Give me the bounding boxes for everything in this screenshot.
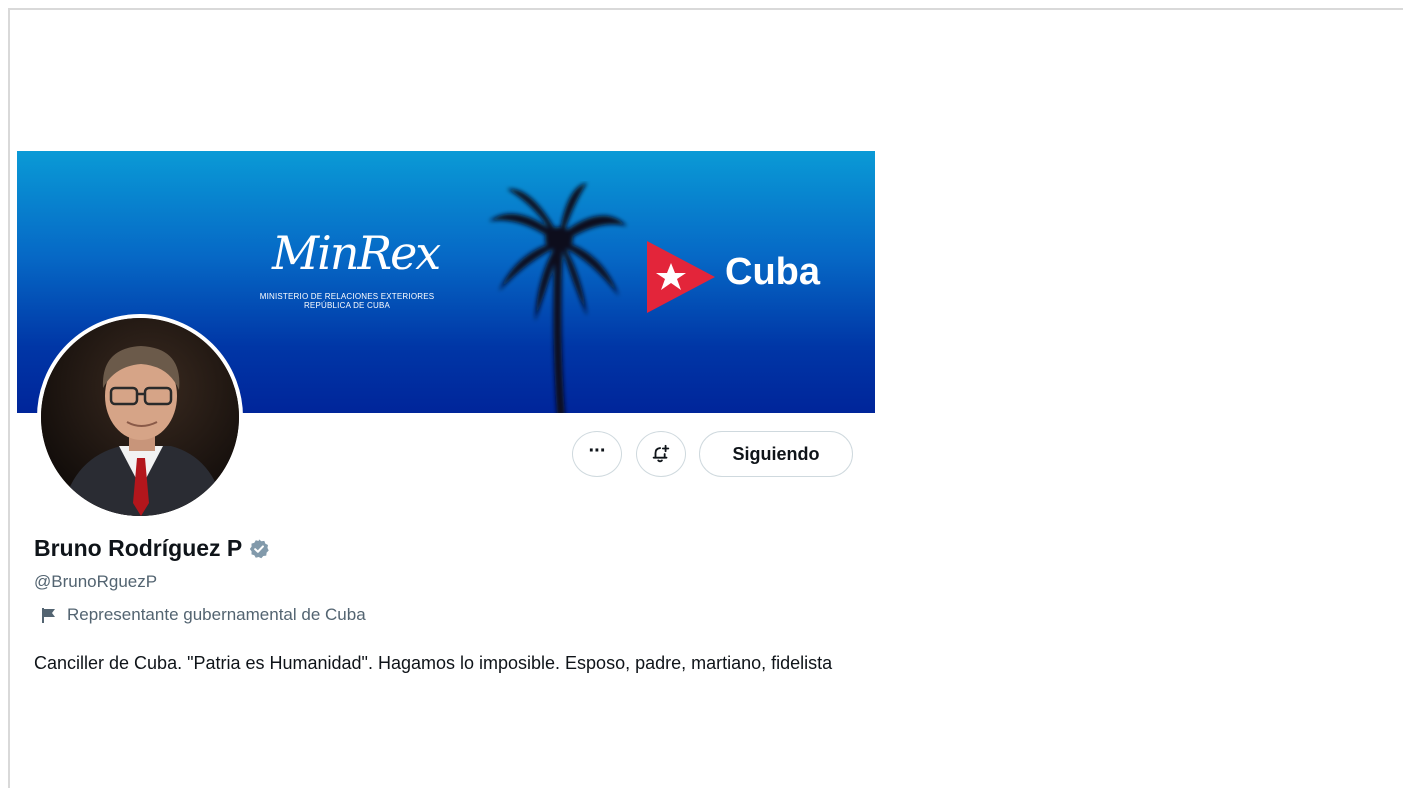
notifications-button[interactable] [636,431,686,477]
flag-icon [42,608,55,623]
profile-handle: @BrunoRguezP [34,572,158,591]
affiliation-text: Representante gubernamental de Cuba [67,605,366,624]
following-button[interactable]: Siguiendo [699,431,853,477]
avatar-photo [41,318,239,516]
ellipsis-icon: ··· [588,440,607,462]
minrex-logo-title: MinRex [272,226,441,280]
cuba-flag-icon [647,241,715,313]
cuba-logo-word: Cuba [725,251,820,293]
cuba-logo: Cuba [647,239,837,315]
minrex-logo: MinRex MINISTERIO DE RELACIONES EXTERIOR… [232,226,472,316]
minrex-logo-line2: REPÚBLICA DE CUBA [303,301,391,310]
affiliation-label: Representante gubernamental de Cuba [40,605,366,625]
verified-badge-icon [250,538,269,558]
profile-name-row: Bruno Rodríguez P [34,535,270,562]
bell-plus-icon [652,444,670,463]
profile-bio: Canciller de Cuba. "Patria es Humanidad"… [34,653,833,673]
display-name: Bruno Rodríguez P [34,535,243,561]
minrex-logo-line1: MINISTERIO DE RELACIONES EXTERIORES [259,292,435,301]
profile-avatar[interactable] [37,314,243,520]
more-options-button[interactable]: ··· [572,431,622,477]
palm-tree-silhouette [489,183,627,413]
